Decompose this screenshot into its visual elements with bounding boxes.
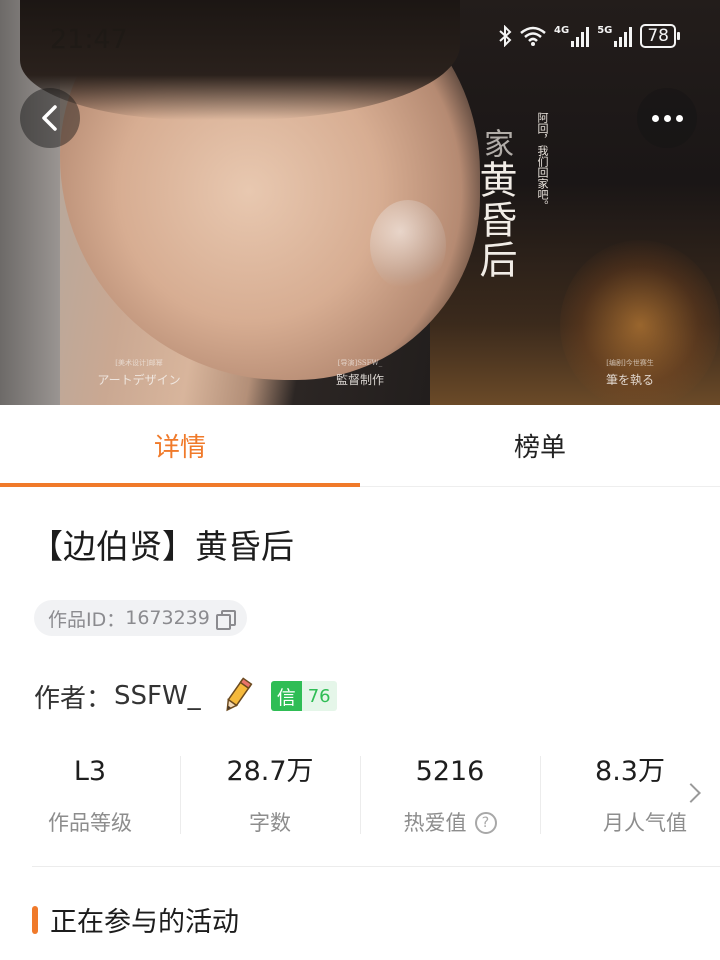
wifi-icon [520,26,546,46]
cover-poster-mark: 家 [478,128,513,160]
signal-4g-icon: 4G [554,25,590,47]
cover-poster-title-text: 黄昏后 [473,160,517,280]
stat-level-value: L3 [73,756,107,787]
tab-rankings[interactable]: 榜单 [360,405,720,486]
status-bar: 21:47 4G 5G 78 [0,0,720,80]
stat-love-value-number: 5216 [415,756,485,787]
back-button[interactable] [20,88,80,148]
battery-icon: 78 [640,24,680,48]
stat-level: L3 作品等级 [0,752,180,838]
cover-credit-2: [导演]SSFW_ 監督制作 [318,358,402,388]
status-icons: 4G 5G 78 [498,24,680,48]
cover-credit-3-text: 筆を執る [605,373,654,387]
stat-love-value: 5216 热爱值 ? [360,752,540,838]
tab-details[interactable]: 详情 [0,405,360,487]
network-type-2: 5G [597,25,613,36]
status-time: 21:47 [50,24,128,55]
section-divider [32,866,720,867]
credit-badge-icon: 信 [270,681,302,711]
tab-bar: 详情 榜单 [0,405,720,487]
author-label: 作者： [34,683,113,714]
work-id-chip[interactable]: 作品ID： 1673239 [34,600,247,636]
stat-word-count-value: 28.7万 [226,756,314,787]
more-button[interactable] [637,88,697,148]
bluetooth-icon [499,25,512,47]
cover-credit-2-role: [导演]SSFW_ [337,359,383,367]
work-id-value: 1673239 [125,607,210,629]
credit-badge[interactable]: 信 76 [270,681,337,711]
activities-section-title: 正在参与的活动 [50,907,239,938]
cover-credit-1-text: アートデザイン [97,373,181,387]
cover-credit-1: [美术设计]邮幂 アートデザイン [84,358,194,388]
work-title: 【边伯贤】黄昏后 [30,527,294,566]
stat-love-value-label: 热爱值 [403,811,467,835]
cover-credit-2-text: 監督制作 [335,373,384,387]
copy-icon[interactable] [215,609,236,630]
signal-5g-icon: 5G [597,25,633,47]
activities-section-header: 正在参与的活动 [32,900,239,939]
cover-credit-3: [编剧]今世赛生 筆を執る [588,358,672,388]
question-circle-icon[interactable]: ? [474,812,497,834]
back-arrow-icon [42,105,57,131]
stat-monthly-popularity-label: 月人气值 [603,811,687,835]
stat-word-count: 28.7万 字数 [180,752,360,838]
stat-level-label: 作品等级 [48,811,132,835]
stats-row[interactable]: L3 作品等级 28.7万 字数 5216 热爱值 ? 8.3万 月人气值 [0,752,720,838]
more-dots-icon [651,114,683,122]
pencil-icon [226,677,253,712]
cover-poster-subtitle: 阿回，我们回家吧。 [536,112,549,211]
cover-bubble [370,200,446,290]
section-accent-bar [32,905,38,934]
cover-credit-3-role: [编剧]今世赛生 [606,359,654,367]
author-row: 作者： SSFW_ 信 76 [34,674,337,718]
work-id-label: 作品ID： [48,608,126,631]
stat-monthly-popularity-value: 8.3万 [595,756,665,787]
author-name[interactable]: SSFW_ [114,681,201,711]
credit-badge-value: 76 [301,681,337,711]
stat-word-count-label: 字数 [249,811,291,835]
stat-love-value-label-row: 热爱值 ? [404,808,497,838]
cover-credit-1-role: [美术设计]邮幂 [115,359,163,367]
network-type-1: 4G [554,25,570,36]
cover-poster-title: 家黄昏后 [473,128,518,280]
